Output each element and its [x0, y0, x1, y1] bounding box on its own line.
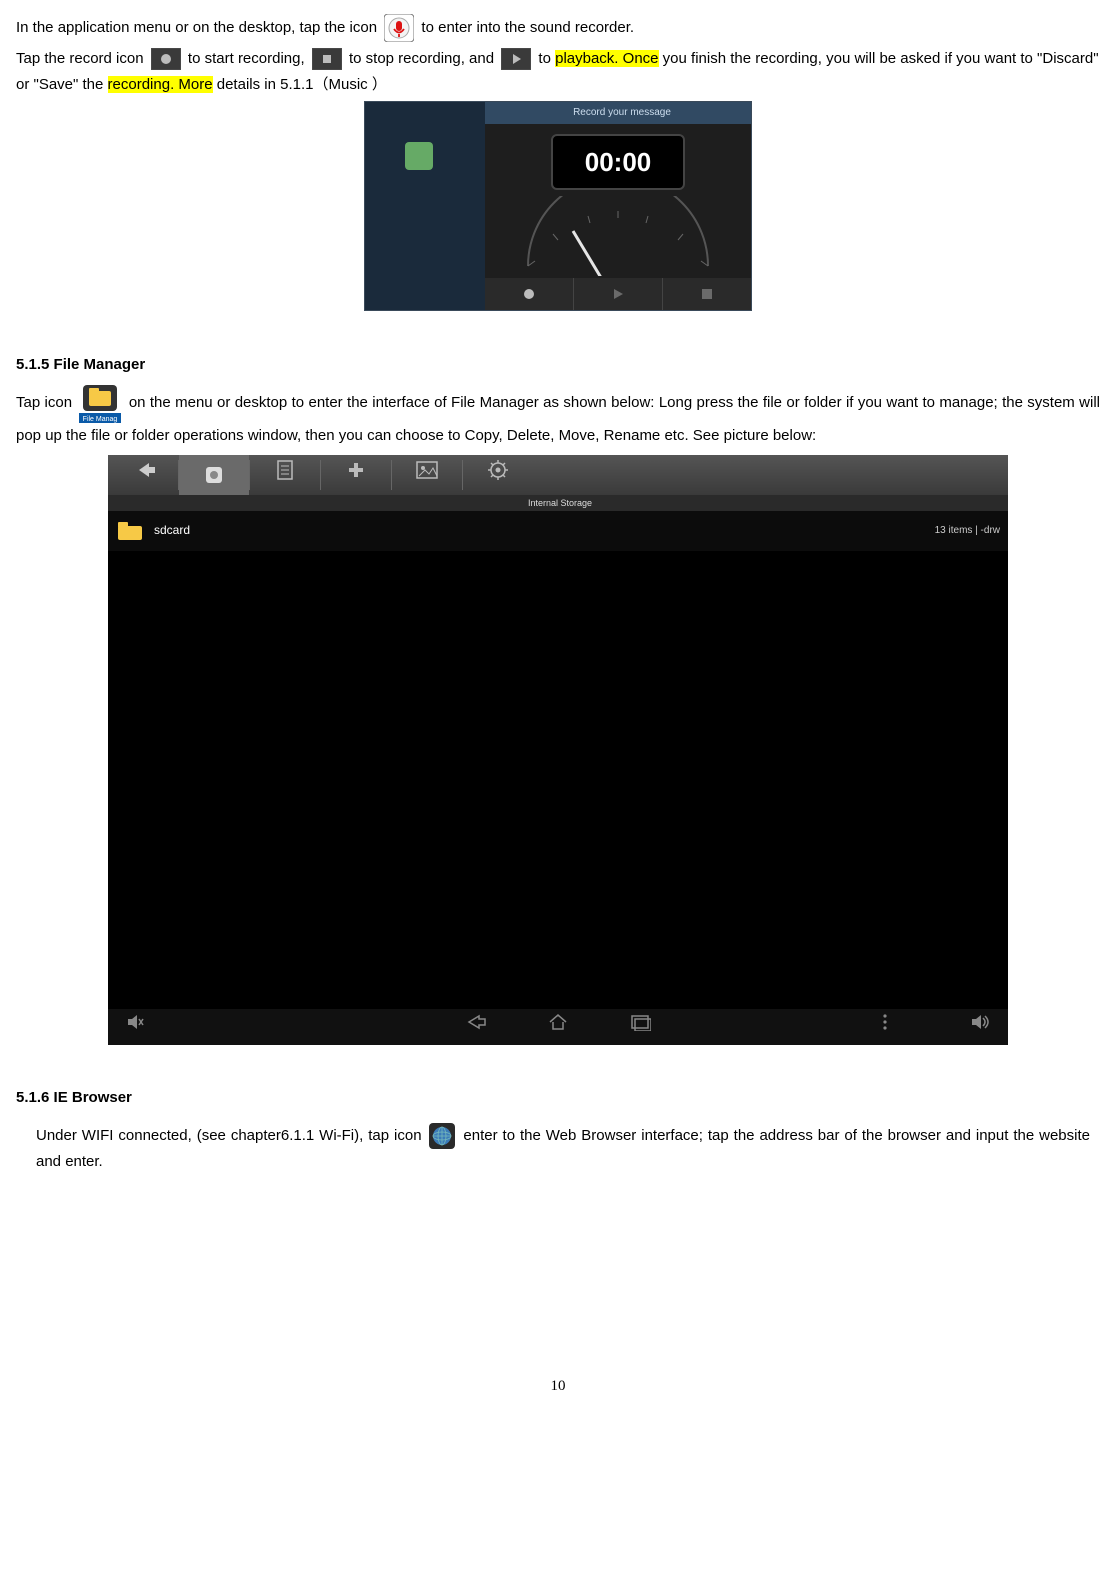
text: to enter into the sound recorder.	[421, 19, 634, 36]
text: to start recording,	[188, 50, 309, 67]
desktop-icon	[405, 142, 433, 170]
file-manager-screenshot: Internal Storage sdcard 13 items | -drw	[108, 455, 1008, 1045]
fm-tab-home[interactable]	[179, 455, 249, 495]
recorder-stop-button[interactable]	[663, 278, 751, 310]
fm-storage-label: Internal Storage	[108, 495, 1008, 511]
record-icon	[151, 48, 181, 70]
text: Under WIFI connected, (see chapter6.1.1 …	[36, 1127, 426, 1144]
page-number: 10	[16, 1374, 1100, 1400]
text: to stop recording, and	[349, 50, 498, 67]
paragraph-recording: Tap the record icon to start recording, …	[16, 46, 1100, 97]
paragraph-file-manager: Tap icon File Manag on the menu or deskt…	[16, 383, 1100, 449]
heading-ie-browser: 5.1.6 IE Browser	[16, 1085, 1100, 1111]
fm-volume-down[interactable]	[126, 1013, 144, 1040]
file-manager-icon: File Manag	[79, 383, 121, 423]
fm-nav-home[interactable]	[547, 1013, 569, 1040]
paragraph-ie-browser: Under WIFI connected, (see chapter6.1.1 …	[36, 1123, 1090, 1175]
text: details in 5.1.1（Music ）	[217, 76, 387, 93]
browser-icon	[429, 1123, 455, 1149]
text: on the menu or desktop to enter the inte…	[16, 394, 1100, 444]
fm-nav-recent[interactable]	[629, 1013, 651, 1040]
fm-folder-name: sdcard	[154, 520, 190, 540]
text: to	[538, 50, 555, 67]
stop-icon	[312, 48, 342, 70]
recorder-record-button[interactable]	[485, 278, 574, 310]
text: Tap the record icon	[16, 50, 148, 67]
recorder-title: Record your message	[485, 102, 751, 124]
text: In the application menu or on the deskto…	[16, 19, 381, 36]
fm-folder-meta: 13 items | -drw	[935, 522, 1000, 539]
paragraph-intro: In the application menu or on the deskto…	[16, 14, 1100, 42]
fm-tab-settings[interactable]	[463, 459, 533, 490]
fm-tab-image[interactable]	[392, 460, 462, 489]
sound-recorder-icon	[384, 14, 414, 42]
play-icon	[501, 48, 531, 70]
fm-tab-doc[interactable]	[250, 459, 320, 490]
file-manager-icon-label: File Manag	[83, 416, 118, 423]
fm-nav-menu[interactable]	[882, 1013, 888, 1040]
text: Tap icon	[16, 394, 72, 411]
recorder-play-button[interactable]	[574, 278, 663, 310]
recorder-time: 00:00	[551, 134, 685, 190]
fm-back-button[interactable]	[108, 461, 178, 488]
fm-nav-back[interactable]	[465, 1013, 487, 1040]
heading-file-manager: 5.1.5 File Manager	[16, 352, 1100, 378]
sound-recorder-screenshot: Record your message 00:00	[364, 101, 752, 311]
highlight-playback: playback. Once	[555, 50, 658, 67]
folder-icon	[116, 520, 144, 542]
fm-tab-add[interactable]	[321, 459, 391, 490]
fm-volume-up[interactable]	[970, 1013, 990, 1040]
fm-folder-row[interactable]: sdcard 13 items | -drw	[108, 511, 1008, 551]
highlight-recording-more: recording. More	[108, 76, 213, 93]
